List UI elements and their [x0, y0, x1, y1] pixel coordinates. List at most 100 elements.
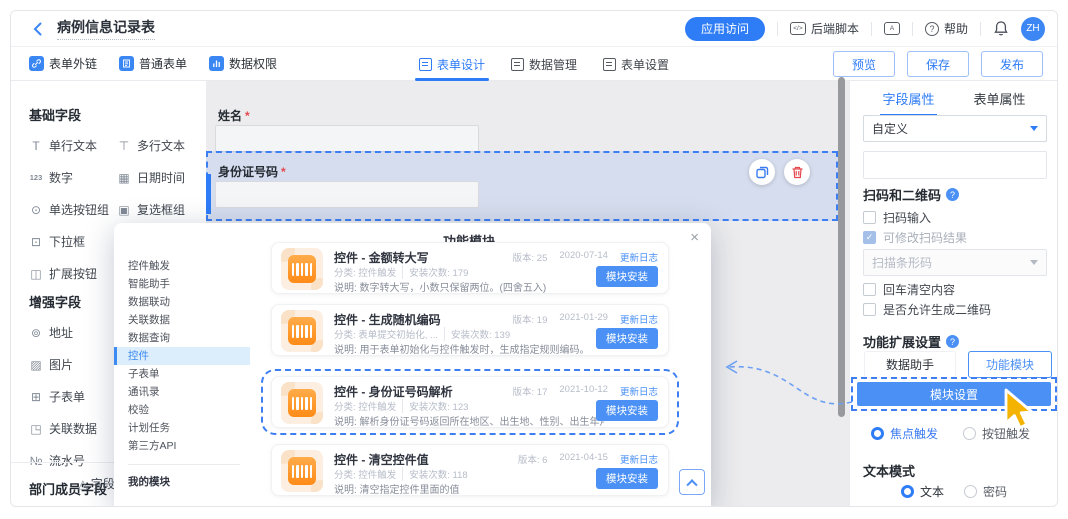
field-name-label: 姓名* [218, 107, 250, 124]
module-version: 版本: 192021-01-29更新日志 [513, 312, 658, 326]
changelog-link[interactable]: 更新日志 [620, 312, 658, 326]
field-radio-group[interactable]: ⊙单选按钮组 [29, 201, 117, 218]
field-subform[interactable]: ⊞子表单 [29, 388, 117, 405]
section-title-text: 文本模式 [863, 461, 915, 480]
module-title: 控件 - 金额转大写 [334, 249, 429, 266]
func-module-button[interactable]: 功能模块 [968, 351, 1052, 378]
radio-text-mode[interactable]: 文本 [901, 483, 944, 500]
app-access-button[interactable]: 应用访问 [685, 17, 765, 41]
changelog-link[interactable]: 更新日志 [620, 452, 658, 466]
checkbox-icon [863, 211, 876, 224]
address-book-icon[interactable]: A [884, 22, 900, 35]
drag-handle[interactable] [206, 174, 211, 214]
menu-item[interactable]: 数据查询 [114, 329, 250, 347]
field-name-input[interactable] [215, 125, 479, 152]
menu-item-active[interactable]: 控件 [114, 347, 250, 365]
chevron-down-icon [1030, 126, 1038, 131]
delete-field-button[interactable] [784, 159, 810, 185]
radio-password-mode[interactable]: 密码 [964, 483, 1007, 500]
checkbox-enter-clear[interactable]: 回车清空内容 [863, 281, 955, 298]
form-design-icon [419, 58, 432, 71]
field-select[interactable]: ⊡下拉框 [29, 233, 117, 250]
install-module-button[interactable]: 模块安装 [596, 328, 658, 349]
menu-item[interactable]: 数据联动 [114, 293, 250, 311]
question-icon[interactable]: ? [946, 335, 959, 348]
tab-form-design[interactable]: 表单设计 [419, 47, 485, 81]
preview-button[interactable]: 预览 [833, 51, 895, 77]
menu-item[interactable]: 第三方API [114, 437, 250, 455]
section-title-text: 扫码和二维码 [863, 185, 941, 204]
extend-button-icon: ◫ [29, 267, 43, 281]
checkbox-scan-input[interactable]: 扫码输入 [863, 209, 931, 226]
radio-focus-trigger[interactable]: 焦点触发 [871, 425, 938, 442]
module-meta: 分类: 控件触发安装次数: 123 [334, 399, 468, 413]
tab-data-manage[interactable]: 数据管理 [511, 47, 577, 81]
save-button[interactable]: 保存 [907, 51, 969, 77]
menu-item[interactable]: 控件触发 [114, 257, 250, 275]
radio-label: 文本 [920, 483, 944, 500]
tab-form-props[interactable]: 表单属性 [973, 89, 1025, 116]
menu-item[interactable]: 智能助手 [114, 275, 250, 293]
canvas-scrollbar[interactable] [838, 77, 845, 417]
field-datetime[interactable]: ▦日期时间 [117, 169, 197, 186]
scroll-top-button[interactable] [679, 469, 705, 495]
field-single-line-text[interactable]: T单行文本 [29, 137, 117, 154]
field-idcard-input[interactable] [215, 181, 479, 208]
changelog-link[interactable]: 更新日志 [620, 250, 658, 264]
install-module-button[interactable]: 模块安装 [596, 400, 658, 421]
menu-item[interactable]: 计划任务 [114, 419, 250, 437]
link-icon [29, 56, 44, 71]
field-type-select[interactable]: 自定义 [863, 115, 1047, 142]
scan-mode-select[interactable]: 扫描条形码 [863, 249, 1047, 276]
tab-form-settings[interactable]: 表单设置 [603, 47, 669, 81]
data-permission-button[interactable]: 数据权限 [209, 55, 277, 72]
module-desc: 说明: 解析身份证号码返回所在地区、出生地、性别、出生年月、年龄、... [334, 413, 604, 428]
module-card-amount-capitalize[interactable]: 控件 - 金额转大写 分类: 控件触发安装次数: 179 版本: 252020-… [271, 242, 669, 294]
module-setting-button[interactable]: 模块设置 [857, 382, 1051, 406]
data-helper-button[interactable]: 数据助手 [864, 351, 956, 378]
module-card-idcard-parse[interactable]: 控件 - 身份证号码解析 分类: 控件触发安装次数: 123 版本: 17202… [271, 376, 669, 428]
tab-field-props[interactable]: 字段属性 [882, 89, 934, 116]
field-related-data[interactable]: ◳关联数据 [29, 420, 117, 437]
field-type-value: 自定义 [872, 120, 908, 137]
module-card-random-code[interactable]: 控件 - 生成随机编码 分类: 表单提交初始化, ...安装次数: 139 版本… [271, 304, 669, 356]
field-image[interactable]: ▨图片 [29, 356, 117, 373]
question-icon[interactable]: ? [946, 188, 959, 201]
radio-selected-icon [871, 427, 884, 440]
bell-icon[interactable] [993, 20, 1009, 37]
menu-item[interactable]: 校验 [114, 401, 250, 419]
back-icon[interactable] [29, 20, 47, 38]
menu-my-modules[interactable]: 我的模块 [114, 473, 250, 491]
publish-button[interactable]: 发布 [981, 51, 1043, 77]
multi-line-text-icon: ⊤ [117, 139, 131, 153]
avatar[interactable]: ZH [1021, 17, 1045, 41]
copy-field-button[interactable] [749, 159, 775, 185]
field-address[interactable]: ⊚地址 [29, 324, 117, 341]
menu-item[interactable]: 关联数据 [114, 311, 250, 329]
normal-form-button[interactable]: 普通表单 [119, 55, 187, 72]
data-manage-icon [511, 58, 524, 71]
changelog-link[interactable]: 更新日志 [620, 384, 658, 398]
checkbox-editable-result[interactable]: ✓ 可修改扫码结果 [863, 229, 967, 246]
backend-script-button[interactable]: </> 后端脚本 [790, 20, 859, 37]
install-module-button[interactable]: 模块安装 [596, 468, 658, 489]
field-checkbox-group[interactable]: ▣复选框组 [117, 201, 197, 218]
module-card-clear-value[interactable]: 控件 - 清空控件值 分类: 控件触发安装次数: 118 版本: 62021-0… [271, 444, 669, 496]
field-multi-line-text[interactable]: ⊤多行文本 [117, 137, 197, 154]
radio-icon [964, 485, 977, 498]
header-actions: 应用访问 </> 后端脚本 A ? 帮助 ZH [685, 17, 1057, 41]
field-extend-button[interactable]: ◫扩展按钮 [29, 265, 117, 282]
inspector-tabs: 字段属性 表单属性 [863, 89, 1045, 116]
radio-button-trigger[interactable]: 按钮触发 [963, 425, 1030, 442]
menu-item[interactable]: 通讯录 [114, 383, 250, 401]
install-module-button[interactable]: 模块安装 [596, 266, 658, 287]
field-number[interactable]: 123数字 [29, 169, 117, 186]
field-value-input[interactable] [863, 151, 1047, 179]
close-icon[interactable]: × [690, 229, 699, 246]
barcode-module-icon [281, 248, 323, 290]
menu-item[interactable]: 子表单 [114, 365, 250, 383]
help-button[interactable]: ? 帮助 [925, 20, 968, 37]
checkbox-allow-qr[interactable]: 是否允许生成二维码 [863, 301, 991, 318]
form-external-link-button[interactable]: 表单外链 [29, 55, 97, 72]
address-icon: ⊚ [29, 326, 43, 340]
